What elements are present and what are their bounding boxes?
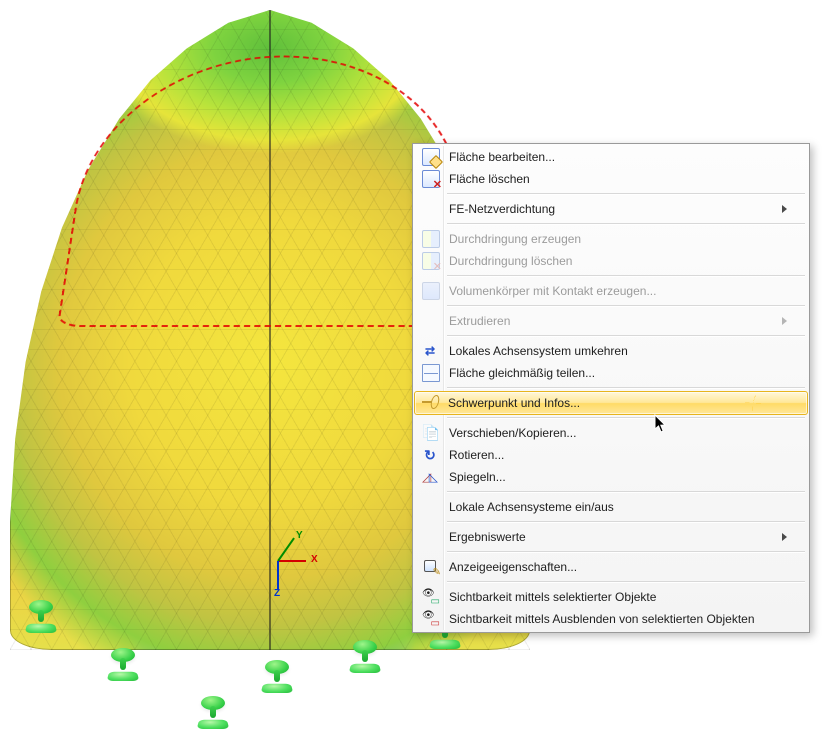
edit-surface-icon	[422, 148, 440, 166]
menu-item-label: Durchdringung erzeugen	[449, 232, 787, 246]
menu-item-label: Fläche bearbeiten...	[449, 150, 787, 164]
reverse-axes-icon	[422, 343, 438, 359]
menu-item-label: Rotieren...	[449, 448, 787, 462]
menu-separator	[447, 551, 805, 553]
intersect-make-icon	[422, 230, 440, 248]
menu-item-label: Lokales Achsensystem umkehren	[449, 344, 787, 358]
rotate-icon	[422, 447, 438, 463]
menu-item-label: Fläche gleichmäßig teilen...	[449, 366, 787, 380]
result-values-icon	[422, 529, 438, 545]
menu-separator	[447, 223, 805, 225]
menu-item-extrude: Extrudieren	[415, 310, 807, 332]
menu-item-create-intersection: Durchdringung erzeugen	[415, 228, 807, 250]
display-props-icon	[422, 559, 438, 575]
menu-separator	[447, 193, 805, 195]
menu-item-fe-mesh-refine[interactable]: FE-Netzverdichtung	[415, 198, 807, 220]
vis-selected-icon	[422, 589, 438, 605]
menu-item-label: Ergebniswerte	[449, 530, 782, 544]
menu-item-label: Lokale Achsensysteme ein/aus	[449, 500, 787, 514]
menu-item-label: Fläche löschen	[449, 172, 787, 186]
menu-item-label: Schwerpunkt und Infos...	[448, 396, 788, 410]
centroid-icon	[422, 395, 438, 411]
vis-hide-icon	[422, 611, 438, 627]
menu-item-label: Verschieben/Kopieren...	[449, 426, 787, 440]
menu-item-centroid-info[interactable]: Schwerpunkt und Infos...	[414, 391, 808, 415]
body-contact-icon	[422, 282, 440, 300]
menu-item-rotate[interactable]: Rotieren...	[415, 444, 807, 466]
nodal-support	[198, 696, 228, 734]
toggle-local-axes-icon	[422, 499, 438, 515]
menu-item-label: Sichtbarkeit mittels selektierter Objekt…	[449, 590, 787, 604]
menu-item-label: FE-Netzverdichtung	[449, 202, 782, 216]
menu-item-label: Anzeigeeigenschaften...	[449, 560, 787, 574]
menu-separator	[447, 521, 805, 523]
menu-item-move-copy[interactable]: Verschieben/Kopieren...	[415, 422, 807, 444]
menu-item-solid-with-contact: Volumenkörper mit Kontakt erzeugen...	[415, 280, 807, 302]
menu-item-reverse-local-axes[interactable]: Lokales Achsensystem umkehren	[415, 340, 807, 362]
menu-item-toggle-local-axes[interactable]: Lokale Achsensysteme ein/aus	[415, 496, 807, 518]
menu-separator	[447, 417, 805, 419]
submenu-arrow-icon	[782, 317, 787, 325]
menu-item-mirror[interactable]: Spiegeln...	[415, 466, 807, 488]
menu-item-display-properties[interactable]: Anzeigeeigenschaften...	[415, 556, 807, 578]
menu-item-label: Volumenkörper mit Kontakt erzeugen...	[449, 284, 787, 298]
delete-surface-icon	[422, 170, 440, 188]
submenu-arrow-icon	[782, 533, 787, 541]
menu-item-label: Extrudieren	[449, 314, 782, 328]
menu-separator	[447, 305, 805, 307]
move-copy-icon	[422, 425, 438, 441]
menu-item-result-values[interactable]: Ergebniswerte	[415, 526, 807, 548]
intersect-del-icon	[422, 252, 440, 270]
submenu-arrow-icon	[782, 205, 787, 213]
mirror-icon	[422, 469, 438, 485]
surface-context-menu[interactable]: Fläche bearbeiten... Fläche löschen FE-Net…	[412, 143, 810, 633]
menu-separator	[447, 387, 805, 389]
fe-mesh-refine-icon	[422, 201, 438, 217]
extrude-icon	[422, 313, 438, 329]
divide-surface-icon	[422, 364, 440, 382]
nodal-support	[108, 648, 138, 686]
menu-item-divide-surface[interactable]: Fläche gleichmäßig teilen...	[415, 362, 807, 384]
menu-item-label: Sichtbarkeit mittels Ausblenden von sele…	[449, 612, 787, 626]
menu-separator	[447, 491, 805, 493]
menu-separator	[447, 275, 805, 277]
nodal-support	[262, 660, 292, 698]
menu-separator	[447, 581, 805, 583]
menu-item-label: Durchdringung löschen	[449, 254, 787, 268]
menu-item-edit-surface[interactable]: Fläche bearbeiten...	[415, 146, 807, 168]
menu-separator	[447, 335, 805, 337]
menu-item-visibility-hide[interactable]: Sichtbarkeit mittels Ausblenden von sele…	[415, 608, 807, 630]
menu-item-delete-surface[interactable]: Fläche löschen	[415, 168, 807, 190]
menu-item-label: Spiegeln...	[449, 470, 787, 484]
menu-item-delete-intersection: Durchdringung löschen	[415, 250, 807, 272]
menu-item-visibility-selected[interactable]: Sichtbarkeit mittels selektierter Objekt…	[415, 586, 807, 608]
